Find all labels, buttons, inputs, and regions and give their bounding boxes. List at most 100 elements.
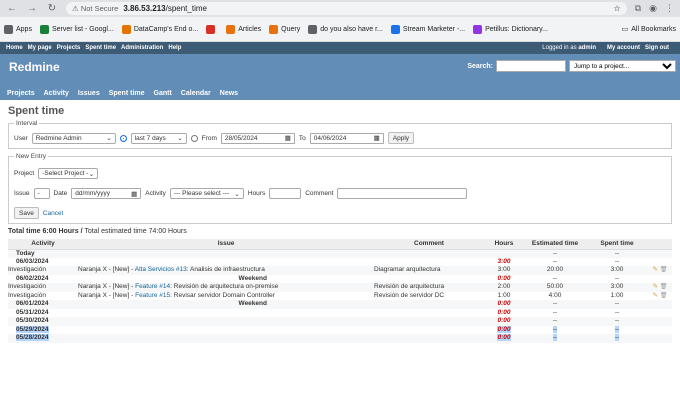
user-link[interactable]: admin xyxy=(578,45,596,51)
star-icon[interactable]: ☆ xyxy=(614,4,621,13)
activity-select[interactable]: --- Please select --- ⌄ xyxy=(169,188,244,199)
chevron-down-icon: ⌄ xyxy=(88,170,95,178)
to-label: To xyxy=(298,134,306,142)
project-jump-select[interactable]: Jump to a project... xyxy=(569,60,676,72)
period-select[interactable]: last 7 days ⌄ xyxy=(130,132,187,144)
all-bookmarks[interactable]: ▭ All Bookmarks xyxy=(622,25,676,34)
page-title: Spent time xyxy=(8,105,65,117)
main-menu-tab[interactable]: Calendar xyxy=(177,89,215,98)
bookmark-item[interactable]: Server list - Googl... xyxy=(39,24,114,34)
main-menu-tab[interactable]: Projects xyxy=(3,89,39,98)
browser-toolbar: ← → ↻ ⚠ Not Secure 3.86.53.213/spent_tim… xyxy=(0,0,680,17)
bookmark-item[interactable]: Query xyxy=(269,24,300,34)
bookmark-item[interactable]: do you also have r... xyxy=(308,24,383,34)
entry-hours: 2:00 xyxy=(484,283,524,292)
date-input[interactable]: dd/mm/yyyy ▦ xyxy=(71,188,142,199)
main-menu-tab[interactable]: Spent time xyxy=(105,89,149,98)
day-row: 05/29/2024 0:00 -- -- xyxy=(8,325,672,334)
bookmark-label: Petillus: Dictionary... xyxy=(485,25,548,33)
bookmark-label: do you also have r... xyxy=(320,25,383,33)
bookmark-item[interactable] xyxy=(206,24,218,34)
my-account-link[interactable]: My account xyxy=(607,45,640,51)
delete-icon[interactable]: 🗑 xyxy=(660,284,668,290)
issue-link[interactable]: Feature #15 xyxy=(135,292,170,299)
top-menu-link[interactable]: My page xyxy=(28,45,52,51)
col-activity: Activity xyxy=(8,239,78,250)
total-estimated: Total estimated time 74:00 Hours xyxy=(84,228,187,235)
calendar-icon: ▦ xyxy=(373,135,380,142)
edit-icon[interactable]: ✎ xyxy=(653,283,658,290)
hours-input[interactable] xyxy=(269,188,302,199)
day-estimated: -- xyxy=(552,249,558,257)
day-hours: 0:00 xyxy=(497,300,511,308)
day-spent: -- xyxy=(614,308,620,316)
entry-estimated: 50:00 xyxy=(524,283,586,292)
issue-link[interactable]: Feature #14 xyxy=(135,283,170,290)
date-label: Date xyxy=(53,190,68,197)
range-radio[interactable] xyxy=(190,134,198,142)
user-label: User xyxy=(14,134,28,142)
main-menu-tab[interactable]: News xyxy=(216,89,242,98)
issue-select[interactable]: - xyxy=(33,188,50,199)
user-select[interactable]: Redmine Admin ⌄ xyxy=(31,132,116,144)
top-menu-link[interactable]: Projects xyxy=(57,45,81,51)
delete-icon[interactable]: 🗑 xyxy=(660,293,668,299)
col-comment: Comment xyxy=(374,239,484,250)
col-hours: Hours xyxy=(484,239,524,250)
address-bar[interactable]: ⚠ Not Secure 3.86.53.213/spent_time ☆ xyxy=(66,2,627,15)
main-menu-tab[interactable]: Issues xyxy=(74,89,104,98)
menu-icon[interactable]: ⋮ xyxy=(665,3,674,14)
bookmark-item[interactable]: DataCamp's End o... xyxy=(121,24,198,34)
bookmark-item[interactable]: Apps xyxy=(4,24,32,34)
comment-input[interactable] xyxy=(337,188,468,199)
hours-label: Hours xyxy=(247,190,266,197)
activity-label: Activity xyxy=(145,190,166,197)
calendar-icon: ▦ xyxy=(284,135,291,142)
top-menu-link[interactable]: Help xyxy=(168,45,181,51)
bookmark-icon xyxy=(206,24,216,34)
top-menu-link[interactable]: Spent time xyxy=(85,45,116,51)
bookmark-item[interactable]: Stream Marketer -... xyxy=(390,24,465,34)
not-secure-indicator[interactable]: ⚠ Not Secure xyxy=(72,4,118,13)
apply-button[interactable]: Apply xyxy=(387,132,415,144)
day-estimated: -- xyxy=(552,317,558,325)
project-select[interactable]: -Select Project - ⌄ xyxy=(38,168,99,179)
issue-link[interactable]: Alta Servicios #13 xyxy=(135,266,187,273)
bookmark-item[interactable]: Petillus: Dictionary... xyxy=(473,24,548,34)
entry-activity: Investigación xyxy=(8,266,78,275)
to-date-input[interactable]: 04/06/2024 ▦ xyxy=(309,132,384,144)
entry-hours: 1:00 xyxy=(484,291,524,300)
period-radio[interactable] xyxy=(119,134,127,142)
reload-icon[interactable]: ↻ xyxy=(46,3,58,14)
top-menu: Home My page Projects Spent time Administrat… xyxy=(0,42,680,54)
edit-icon[interactable]: ✎ xyxy=(653,266,658,273)
bookmark-icon xyxy=(226,24,236,34)
from-date-input[interactable]: 28/05/2024 ▦ xyxy=(220,132,295,144)
top-menu-link[interactable]: Home xyxy=(6,45,23,51)
main-menu-tab[interactable]: Gantt xyxy=(150,89,176,98)
issue-title: : Revisar servidor Domain Controller xyxy=(170,291,275,299)
sign-out-link[interactable]: Sign out xyxy=(645,45,669,51)
back-icon[interactable]: ← xyxy=(6,3,18,14)
top-menu-link[interactable]: Administration xyxy=(121,45,163,51)
extensions-icon[interactable]: ⧉ xyxy=(635,3,641,14)
security-label: Not Secure xyxy=(80,4,119,13)
save-button[interactable]: Save xyxy=(14,207,39,219)
day-note: Weekend xyxy=(238,274,267,282)
forward-icon[interactable]: → xyxy=(26,3,38,14)
interval-fieldset: Interval User Redmine Admin ⌄ last 7 days… xyxy=(8,120,672,149)
all-bookmarks-label: All Bookmarks xyxy=(631,25,676,33)
cancel-link[interactable]: Cancel xyxy=(43,210,63,217)
profile-icon[interactable]: ◉ xyxy=(649,3,657,14)
issue-project: Naranja X - [New] - xyxy=(78,291,134,299)
edit-icon[interactable]: ✎ xyxy=(653,292,658,299)
day-hours: 3:00 xyxy=(497,257,511,265)
calendar-icon: ▦ xyxy=(131,190,138,198)
bookmark-item[interactable]: Articles xyxy=(226,24,261,34)
new-entry-fieldset: New Entry Project -Select Project - ⌄ Iss… xyxy=(8,153,672,224)
time-entries-table: Activity Issue Comment Hours Estimated t… xyxy=(8,239,672,343)
total-time: Total time 6:00 Hours xyxy=(8,228,79,235)
main-menu-tab[interactable]: Activity xyxy=(40,89,73,98)
delete-icon[interactable]: 🗑 xyxy=(660,267,668,273)
search-input[interactable] xyxy=(496,60,566,72)
